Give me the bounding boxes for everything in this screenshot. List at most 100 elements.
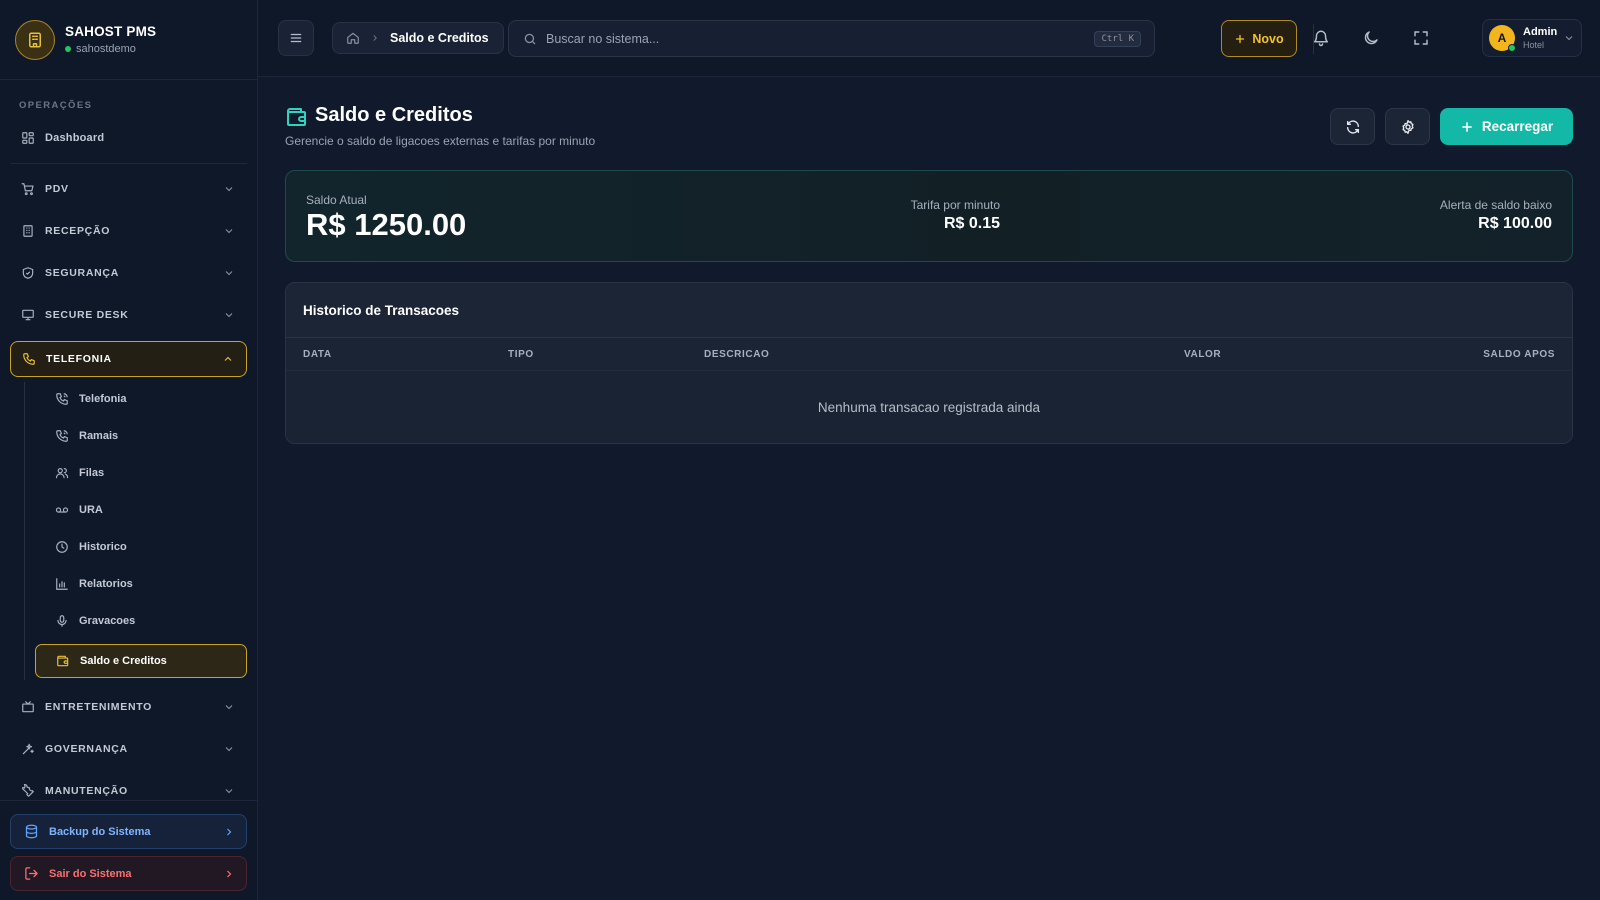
sidebar-item-seguranca[interactable]: SEGURANÇA (10, 255, 247, 291)
logout-label: Sair do Sistema (49, 867, 132, 880)
settings-button[interactable] (1385, 108, 1430, 145)
logout-button[interactable]: Sair do Sistema (10, 856, 247, 891)
bar-chart-icon (55, 577, 69, 591)
sidebar-item-label: SEGURANÇA (45, 267, 119, 279)
sidebar-item-label: TELEFONIA (46, 353, 112, 365)
wrench-icon (21, 784, 35, 798)
chevron-down-icon (223, 183, 235, 195)
submenu-item-ramais[interactable]: Ramais (35, 419, 247, 453)
sidebar-item-governanca[interactable]: GOVERNANÇA (10, 731, 247, 767)
user-name: Admin (1523, 26, 1558, 38)
sidebar-item-telefonia[interactable]: TELEFONIA (10, 341, 247, 377)
submenu-item-historico[interactable]: Historico (35, 530, 247, 564)
submenu-item-label: Saldo e Creditos (80, 655, 167, 667)
sidebar-item-label: GOVERNANÇA (45, 743, 128, 755)
chevron-down-icon (223, 785, 235, 797)
recharge-button-label: Recarregar (1481, 119, 1554, 134)
submenu-item-label: Relatorios (79, 578, 133, 590)
submenu-item-label: Telefonia (79, 393, 127, 405)
shield-icon (21, 266, 35, 280)
chevron-down-icon (223, 225, 235, 237)
database-icon (24, 824, 39, 839)
sidebar: SAHOST PMS sahostdemo OPERAÇÕES Dashboar… (0, 0, 258, 900)
dashboard-grid-icon (21, 131, 35, 145)
low-balance-alert-value: R$ 100.00 (1478, 215, 1552, 232)
submenu-item-ura[interactable]: URA (35, 493, 247, 527)
avatar-initial: A (1497, 31, 1507, 45)
submenu-item-relatorios[interactable]: Relatorios (35, 567, 247, 601)
plus-icon (1460, 120, 1474, 134)
empty-state-message: Nenhuma transacao registrada ainda (286, 371, 1572, 443)
submenu-item-telefonia[interactable]: Telefonia (35, 382, 247, 416)
search-bar[interactable]: Ctrl K (508, 20, 1155, 57)
sidebar-item-dashboard[interactable]: Dashboard (10, 120, 247, 156)
sidebar-item-label: PDV (45, 183, 69, 195)
page-subtitle: Gerencie o saldo de ligacoes externas e … (285, 134, 596, 148)
sparkles-icon (21, 742, 35, 756)
sidebar-item-label: MANUTENÇÃO (45, 785, 128, 797)
search-input[interactable] (546, 31, 1095, 46)
column-header-tipo: TIPO (508, 349, 534, 360)
sidebar-section-label: OPERAÇÕES (19, 100, 93, 111)
breadcrumb-current: Saldo e Creditos (390, 31, 489, 45)
chevron-right-icon (370, 33, 380, 43)
search-icon (523, 32, 537, 46)
transactions-title: Historico de Transacoes (303, 302, 460, 318)
gear-icon (1400, 119, 1416, 135)
chevron-down-icon (223, 309, 235, 321)
column-header-data: DATA (303, 349, 332, 360)
user-role: Hotel (1523, 40, 1545, 50)
chevron-right-icon (223, 826, 235, 838)
phone-call-icon (55, 392, 69, 406)
brand-subtitle: sahostdemo (76, 43, 136, 55)
submenu-item-filas[interactable]: Filas (35, 456, 247, 490)
bell-icon[interactable] (1312, 29, 1330, 47)
avatar: A (1489, 25, 1516, 52)
refresh-icon (1345, 119, 1361, 135)
hotel-logo-icon (15, 19, 55, 60)
fullscreen-icon[interactable] (1412, 29, 1430, 47)
new-button-label: Novo (1252, 31, 1284, 46)
moon-icon[interactable] (1362, 29, 1380, 47)
submenu-item-label: Filas (79, 467, 105, 479)
brand-name: SAHOST PMS (65, 24, 157, 39)
monitor-icon (21, 308, 35, 322)
sidebar-footer: Backup do Sistema Sair do Sistema (0, 800, 258, 900)
sidebar-item-recepcao[interactable]: RECEPÇÃO (10, 213, 247, 249)
logout-icon (24, 866, 39, 881)
submenu-item-label: Ramais (79, 430, 119, 442)
low-balance-alert-label: Alerta de saldo baixo (1439, 198, 1552, 212)
sidebar-item-pdv[interactable]: PDV (10, 171, 247, 207)
sidebar-item-secure-desk[interactable]: SECURE DESK (10, 297, 247, 333)
wallet-icon (56, 654, 70, 668)
column-header-descricao: DESCRICAO (704, 349, 770, 360)
microphone-icon (55, 614, 69, 628)
wallet-icon (285, 105, 309, 129)
hamburger-menu-icon (289, 31, 303, 45)
new-button[interactable]: Novo (1221, 20, 1297, 57)
users-icon (55, 466, 69, 480)
user-menu[interactable]: A Admin Hotel (1482, 19, 1582, 57)
current-balance-label: Saldo Atual (306, 193, 367, 207)
backup-label: Backup do Sistema (49, 825, 151, 838)
submenu-item-gravacoes[interactable]: Gravacoes (35, 604, 247, 638)
sidebar-item-label: RECEPÇÃO (45, 225, 111, 237)
backup-button[interactable]: Backup do Sistema (10, 814, 247, 849)
page-title: Saldo e Creditos (315, 104, 473, 126)
column-header-saldo-apos: SALDO APOS (1483, 349, 1555, 360)
brand[interactable]: SAHOST PMS sahostdemo (0, 0, 257, 80)
refresh-button[interactable] (1330, 108, 1375, 145)
online-status-dot (1508, 44, 1516, 52)
rate-per-minute-value: R$ 0.15 (943, 215, 1000, 232)
recharge-button[interactable]: Recarregar (1440, 108, 1573, 145)
submenu-item-label: Historico (79, 541, 127, 553)
submenu-item-saldo-creditos[interactable]: Saldo e Creditos (35, 644, 247, 678)
rate-per-minute-label: Tarifa por minuto (910, 198, 1000, 212)
home-icon[interactable] (346, 31, 360, 45)
chevron-down-icon (223, 743, 235, 755)
breadcrumb: Saldo e Creditos (332, 22, 504, 54)
chevron-right-icon (223, 868, 235, 880)
phone-icon (22, 352, 36, 366)
menu-toggle-button[interactable] (278, 20, 314, 56)
sidebar-item-entretenimento[interactable]: ENTRETENIMENTO (10, 689, 247, 725)
